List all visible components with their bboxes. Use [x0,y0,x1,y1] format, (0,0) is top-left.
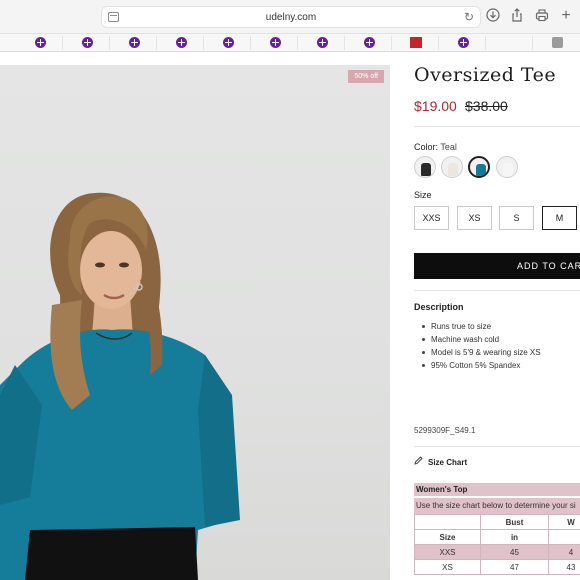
size-chart-label: Size Chart [428,458,468,467]
table-cell: 45 [480,544,549,560]
model-illustration [0,192,240,580]
ruler-icon [414,456,424,467]
table-cell: 43 [548,559,580,575]
table-cell: 47 [480,559,549,575]
tab-favicon[interactable] [393,36,439,50]
site-icon [410,37,422,48]
list-item: 95% Cotton 5% Spandex [422,361,541,374]
sale-price: $19.00 [414,98,457,114]
site-icon [317,37,328,48]
size-option-s[interactable]: S [499,206,534,230]
reader-icon [552,37,563,48]
color-label-text: Color: [414,142,439,152]
product-image[interactable]: 50% off [0,65,390,580]
tab-favicon[interactable] [440,36,486,50]
tab-favicon[interactable] [64,36,110,50]
size-option-m[interactable]: M [542,206,577,230]
table-note: Use the size chart below to determine yo… [414,498,580,514]
site-icon [501,38,519,47]
table-cell [548,529,580,545]
table-cell: in [480,529,549,545]
tab-favicon[interactable] [487,36,533,50]
url-text: udelny.com [265,12,317,23]
table-title: Women's Top [414,483,580,496]
list-item: Runs true to size [422,322,541,335]
swatch-teal[interactable] [468,156,490,178]
size-chart-table: Women's Top Use the size chart below to … [414,483,580,575]
table-cell: 4 [548,544,580,560]
site-icon [458,37,469,48]
site-icon [35,37,46,48]
product-sku: 5299309F_S49.1 [414,426,476,435]
tab-favicon[interactable] [205,36,251,50]
site-icon [364,37,375,48]
size-option-xs[interactable]: XS [457,206,492,230]
new-tab-icon[interactable]: + [558,8,574,24]
list-item: Model is 5'9 & wearing size XS [422,348,541,361]
tab-favicon[interactable] [299,36,345,50]
swatch-black[interactable] [414,156,436,178]
shirt-icon [448,163,458,176]
reload-icon[interactable]: ↻ [464,11,474,23]
tab-favicon[interactable] [158,36,204,50]
discount-badge: 50% off [348,70,384,83]
tab-favicon[interactable] [111,36,157,50]
swatch-cream[interactable] [441,156,463,178]
table-row: XS 47 43 [414,559,580,575]
tab-favicon[interactable] [252,36,298,50]
browser-toolbar: udelny.com ↻ + [0,0,580,34]
size-label: Size [414,190,432,200]
table-cell: XXS [414,544,481,560]
table-row: Size in [414,529,580,545]
original-price: $38.00 [465,98,508,114]
tab-bar [0,34,580,52]
table-cell: Bust [480,514,549,530]
size-option-xxs[interactable]: XXS [414,206,449,230]
tab-favicon[interactable] [17,36,63,50]
tab-favicon[interactable] [534,36,580,50]
table-cell: XS [414,559,481,575]
site-icon [270,37,281,48]
download-icon[interactable] [485,8,501,24]
color-label: Color: Teal [414,142,457,152]
description-title: Description [414,302,464,312]
color-value: Teal [440,142,457,152]
site-icon [176,37,187,48]
product-title: Oversized Tee [414,64,557,86]
share-icon[interactable] [509,8,525,24]
table-cell: W [548,514,580,530]
shirt-icon [476,164,486,176]
divider [414,290,580,291]
swatch-white[interactable] [496,156,518,178]
table-cell: Size [414,529,481,545]
size-table: Bust W Size in XXS 45 4 XS 47 43 [414,514,580,575]
address-bar[interactable]: udelny.com ↻ [101,6,481,28]
site-icon [129,37,140,48]
divider [414,126,580,127]
description-list: Runs true to size Machine wash cold Mode… [422,322,541,374]
divider [414,446,580,447]
tab-favicon[interactable] [346,36,392,50]
list-item: Machine wash cold [422,335,541,348]
table-row: Bust W [414,514,580,530]
shirt-icon [503,163,513,176]
site-icon [82,37,93,48]
shirt-icon [421,163,431,176]
table-row: XXS 45 4 [414,544,580,560]
add-to-cart-button[interactable]: ADD TO CART [414,253,580,279]
site-icon [223,37,234,48]
print-icon[interactable] [534,8,550,24]
size-chart-link[interactable]: Size Chart [414,456,467,467]
table-cell [414,514,481,530]
